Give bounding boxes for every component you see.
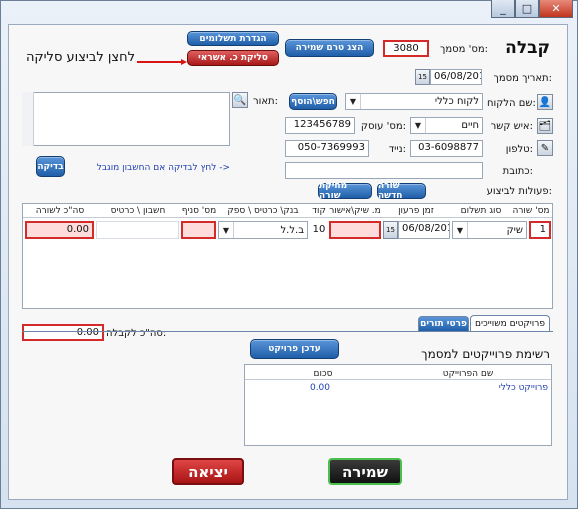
payment-settings-button[interactable]: הגדרת תשלומים xyxy=(187,31,279,46)
customer-name-value: לקוח כללי xyxy=(434,96,479,107)
project-row-name[interactable]: פרוייקט כללי xyxy=(430,383,548,393)
tab-projects[interactable]: פרויקטים משוייכים xyxy=(470,315,550,331)
table-header: מס' שורה xyxy=(512,206,550,216)
row-total-field[interactable]: 0.00 xyxy=(25,221,94,239)
address-label: כתובת: xyxy=(502,166,533,177)
doc-date-field[interactable]: 06/08/2015 xyxy=(430,69,482,85)
payments-table xyxy=(22,203,553,309)
check-button[interactable]: בדיקה xyxy=(36,156,65,177)
chevron-down-icon[interactable]: ▼ xyxy=(411,118,426,133)
contact-icon: 🗂 xyxy=(537,118,553,134)
new-row-button[interactable]: שורה חדשה xyxy=(377,181,426,201)
delete-row-button[interactable]: מחיקת שורה xyxy=(318,181,372,201)
search-add-button[interactable]: חפש\הוסף xyxy=(289,93,337,110)
doc-number-field[interactable]: 3080 xyxy=(383,40,429,57)
maximize-button[interactable]: □ xyxy=(515,0,539,18)
table-header-divider xyxy=(23,217,552,218)
contact-value: חיים xyxy=(461,120,479,131)
calendar-icon[interactable]: 15 xyxy=(383,221,398,239)
chevron-down-icon[interactable]: ▼ xyxy=(346,94,361,109)
branch-field[interactable] xyxy=(181,221,216,239)
row-number-field[interactable]: 1 xyxy=(529,221,551,239)
phone-label: טלפון: xyxy=(505,144,533,155)
customer-name-select[interactable]: ▼ לקוח כללי xyxy=(345,93,483,110)
contact-label: איש קשר: xyxy=(490,121,533,132)
table-header: סוג תשלום xyxy=(460,206,502,216)
check-number-field[interactable] xyxy=(329,221,381,239)
exit-button[interactable]: יציאה xyxy=(172,458,244,485)
doc-date-label: תאריך מסמך: xyxy=(493,73,552,84)
save-button[interactable]: שמירה xyxy=(328,458,402,485)
check-hint: לחץ לבדיקה אם החשבון מוגבל -> xyxy=(96,163,230,173)
description-field[interactable] xyxy=(22,92,230,146)
table-header: מס' סניף xyxy=(181,206,217,216)
payment-type-select[interactable]: ▼ שיק xyxy=(452,221,527,239)
table-header: מ. שיק\אישור xyxy=(329,206,381,216)
bank-select[interactable]: ▼ ב.ל.ל xyxy=(218,221,308,239)
chevron-down-icon[interactable]: ▼ xyxy=(219,222,234,238)
table-header: בנק\ כרטיס \ ספק xyxy=(227,206,299,216)
projects-header: שם הפרוייקט xyxy=(442,369,494,379)
customer-name-label: שם הלקוח: xyxy=(487,98,536,109)
update-project-button[interactable]: עדכן פרויקט xyxy=(250,339,339,359)
account-field[interactable] xyxy=(96,221,179,239)
annotation-text: לחצן לביצוע סליקה xyxy=(25,50,135,65)
mobile-field[interactable]: 050-7369993 xyxy=(285,140,369,157)
close-button[interactable]: ✕ xyxy=(539,0,573,18)
address-field[interactable] xyxy=(285,162,483,179)
phone-field[interactable]: 03-6098877 xyxy=(410,140,483,157)
table-header: קוד xyxy=(312,206,326,216)
dealer-field[interactable]: 123456789 xyxy=(285,117,355,134)
description-scrollbar[interactable] xyxy=(22,92,34,146)
dealer-label: מס' עוסק: xyxy=(360,121,406,132)
calendar-icon[interactable]: 15 xyxy=(415,69,430,85)
actions-label: פעולות לביצוע: xyxy=(486,186,552,197)
contact-select[interactable]: ▼ חיים xyxy=(410,117,483,134)
projects-header: סכום xyxy=(313,369,333,379)
table-header: סה"כ לשורה xyxy=(35,206,85,216)
table-header: חשבון \ כרטיס xyxy=(110,206,166,216)
description-label: תאור: xyxy=(252,96,278,107)
minimize-button[interactable]: _ xyxy=(491,0,515,18)
projects-header-divider xyxy=(245,379,551,380)
mobile-label: נייד: xyxy=(388,144,406,155)
code-field[interactable]: 10 xyxy=(310,224,328,235)
projects-title: רשימת פרוייקטים למסמך xyxy=(421,347,550,361)
doc-number-label: מס' מסמך: xyxy=(439,44,488,55)
tab-queue-details[interactable]: פרטי תורים xyxy=(418,316,469,331)
chevron-down-icon[interactable]: ▼ xyxy=(453,222,468,238)
due-date-field[interactable]: 06/08/2015 xyxy=(398,221,450,239)
page-title: קבלה xyxy=(505,38,550,58)
credit-clearing-button[interactable]: סליקת כ. אשראי xyxy=(187,50,279,66)
bank-value: ב.ל.ל xyxy=(280,224,304,236)
phone-icon: ✎ xyxy=(537,140,553,156)
show-before-save-button[interactable]: הצג טרם שמירה xyxy=(285,39,374,57)
annotation-arrow xyxy=(137,57,187,65)
project-row-amount[interactable]: 0.00 xyxy=(300,383,340,393)
table-header: זמן פרעון xyxy=(398,206,434,216)
search-icon[interactable]: 🔍 xyxy=(232,92,248,108)
payment-type-value: שיק xyxy=(506,224,523,236)
customer-icon: 👤 xyxy=(537,94,553,110)
